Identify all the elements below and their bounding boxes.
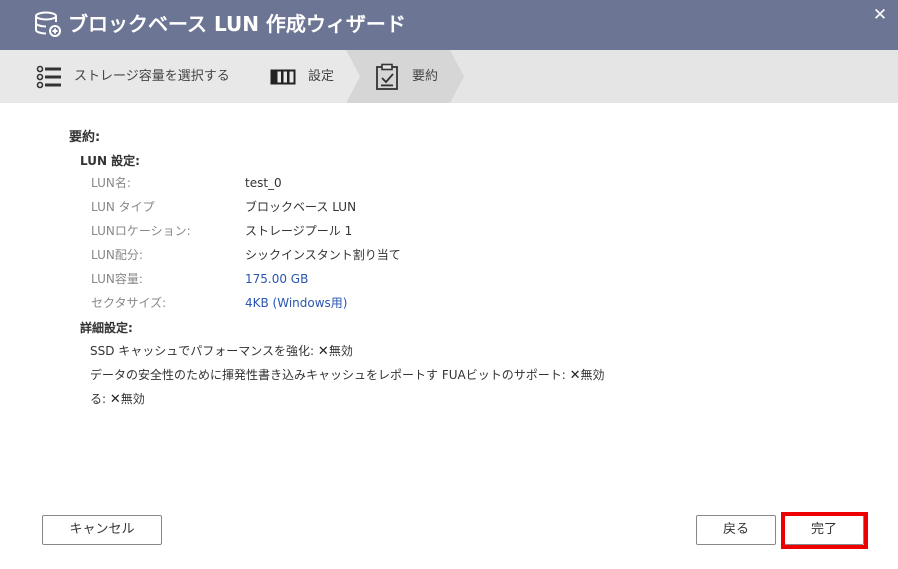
close-icon: ✕ bbox=[872, 5, 888, 25]
window-title: ブロックベース LUN 作成ウィザード bbox=[68, 12, 406, 36]
advanced-text: る: bbox=[90, 392, 107, 406]
summary-heading: 要約: bbox=[69, 130, 101, 145]
row-value: ブロックベース LUN bbox=[245, 200, 357, 214]
title-bar: ブロックベース LUN 作成ウィザード ✕ bbox=[0, 0, 898, 50]
close-button[interactable]: ✕ bbox=[870, 5, 890, 25]
list-icon bbox=[36, 65, 61, 89]
step-label: 要約 bbox=[412, 69, 439, 84]
disabled-x-icon: ✕ bbox=[569, 368, 581, 383]
clipboard-check-icon bbox=[376, 63, 398, 90]
summary-panel: 要約: LUN 設定: LUN名: test_0 LUN タイプ ブロックベース… bbox=[0, 103, 898, 503]
advanced-settings-heading: 詳細設定: bbox=[80, 321, 133, 335]
row-label: LUN配分: bbox=[91, 248, 143, 262]
status-text: 無効 bbox=[580, 368, 605, 382]
row-label: セクタサイズ: bbox=[91, 296, 167, 310]
cancel-button[interactable]: キャンセル bbox=[42, 515, 162, 545]
disabled-x-icon: ✕ bbox=[317, 344, 329, 359]
storage-disk-icon bbox=[35, 11, 61, 37]
row-value: 175.00 GB bbox=[245, 272, 309, 286]
advanced-text: データの安全性のために揮発性書き込みキャッシュをレポートす FUAビットのサポー… bbox=[90, 368, 566, 382]
columns-icon bbox=[270, 69, 296, 85]
row-label: LUN名: bbox=[91, 176, 131, 190]
advanced-line-ssd-cache: SSD キャッシュでパフォーマンスを強化: ✕無効 bbox=[90, 341, 353, 362]
row-value: 4KB (Windows用) bbox=[245, 296, 348, 310]
step-label: ストレージ容量を選択する bbox=[74, 69, 230, 84]
disabled-x-icon: ✕ bbox=[109, 392, 121, 407]
row-label: LUNロケーション: bbox=[91, 224, 191, 238]
row-label: LUN容量: bbox=[91, 272, 143, 286]
status-text: 無効 bbox=[120, 392, 145, 406]
row-value: test_0 bbox=[245, 176, 282, 190]
step-summary: 要約 bbox=[370, 50, 460, 103]
advanced-line-volatile-cache: る: ✕無効 bbox=[90, 389, 145, 410]
back-button[interactable]: 戻る bbox=[696, 515, 776, 545]
wizard-step-bar: ストレージ容量を選択する 設定 要約 bbox=[0, 50, 898, 103]
step-label: 設定 bbox=[308, 69, 335, 84]
row-value: シックインスタント割り当て bbox=[245, 248, 401, 262]
row-value: ストレージプール 1 bbox=[245, 224, 353, 238]
row-label: LUN タイプ bbox=[91, 200, 155, 214]
finish-button[interactable]: 完了 bbox=[784, 515, 864, 545]
advanced-text: SSD キャッシュでパフォーマンスを強化: bbox=[90, 344, 315, 358]
status-text: 無効 bbox=[328, 344, 353, 358]
advanced-line-fua: データの安全性のために揮発性書き込みキャッシュをレポートす FUAビットのサポー… bbox=[90, 365, 605, 386]
step-settings: 設定 bbox=[260, 50, 350, 103]
lun-settings-heading: LUN 設定: bbox=[80, 154, 140, 168]
